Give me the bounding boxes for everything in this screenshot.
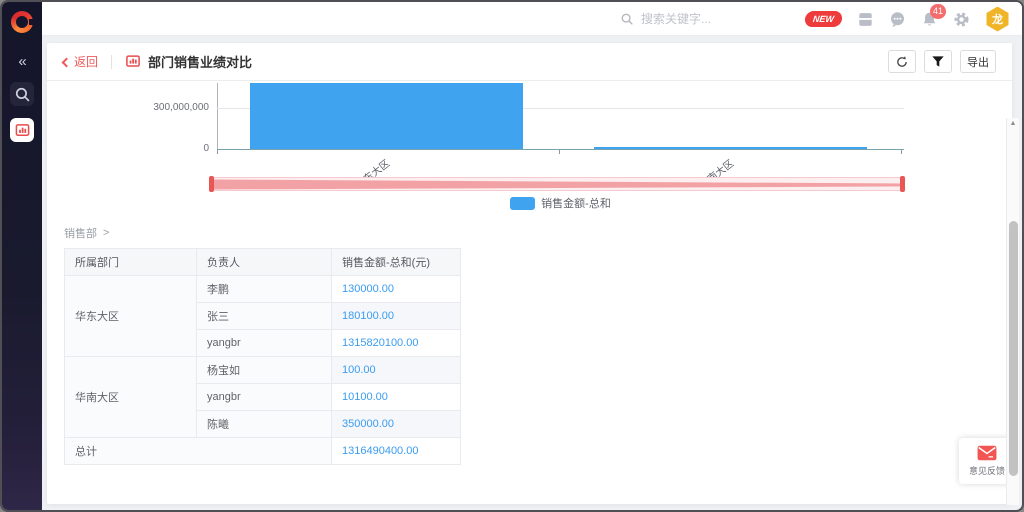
zoom-handle-left[interactable] [209,176,214,192]
sidebar: « [2,2,42,510]
table-section: 销售部 > 所属部门负责人销售金额-总和(元) 华东大区李鹏130000.00张… [64,225,1012,465]
column-header: 负责人 [197,249,332,276]
report-chart-icon [125,54,141,69]
owner-cell: 杨宝如 [197,357,332,384]
department-cell: 华南大区 [65,357,197,438]
app-window: « NEW [0,0,1024,512]
total-label-cell: 总计 [65,438,332,465]
chart-legend[interactable]: 销售金额-总和 [217,195,904,211]
back-label: 返回 [74,53,98,70]
settings-gear-icon[interactable] [953,11,970,28]
notifications-button[interactable]: 41 [921,11,938,28]
user-avatar[interactable]: 龙 [985,7,1010,32]
header-divider [111,55,112,69]
vertical-scrollbar[interactable]: ▲ [1006,118,1019,505]
notebook-icon[interactable] [857,11,874,28]
feedback-widget[interactable]: 意见反馈 [959,438,1012,484]
feedback-label: 意见反馈 [969,464,1005,477]
report-header: 返回 部门销售业绩对比 [47,43,1012,81]
sales-table: 所属部门负责人销售金额-总和(元) 华东大区李鹏130000.00张三18010… [64,248,461,465]
amount-cell: 1315820100.00 [332,330,461,357]
department-cell: 华东大区 [65,276,197,357]
breadcrumb-arrow-icon: > [103,227,109,239]
sidebar-item-bi-reports[interactable] [10,118,34,142]
search-icon [14,86,31,103]
y-tick-0: 0 [47,143,209,154]
refresh-icon [895,55,909,69]
app-logo[interactable] [11,11,33,33]
header-actions: 导出 [888,50,996,73]
zoom-handle-right[interactable] [900,176,905,192]
amount-cell: 10100.00 [332,384,461,411]
new-badge[interactable]: NEW [804,11,843,27]
y-tick-300m: 300,000,000 [47,102,209,113]
amount-cell: 100.00 [332,357,461,384]
scroll-up-arrow[interactable]: ▲ [1007,118,1019,130]
filter-button[interactable] [924,50,952,73]
legend-swatch [510,197,535,210]
feedback-envelope-icon [977,445,997,461]
topbar: NEW 41 龙 [42,2,1022,36]
owner-cell: 陈曦 [197,411,332,438]
total-row: 总计1316490400.00 [65,438,461,465]
bar-huadong[interactable] [250,83,523,149]
y-axis-line [217,83,218,149]
axis-tick [559,150,560,154]
topbar-icons: NEW 41 龙 [805,2,1010,36]
report-card: 返回 部门销售业绩对比 [47,43,1012,504]
x-axis-line [217,149,904,150]
back-link[interactable]: 返回 [63,53,98,70]
total-amount-cell: 1316490400.00 [332,438,461,465]
axis-tick [901,150,902,154]
refresh-button[interactable] [888,50,916,73]
breadcrumb-label: 销售部 [64,225,97,241]
owner-cell: yangbr [197,330,332,357]
table-row: 华东大区李鹏130000.00 [65,276,461,303]
amount-cell: 350000.00 [332,411,461,438]
export-button[interactable]: 导出 [960,50,996,73]
table-row: 华南大区杨宝如100.00 [65,357,461,384]
column-header: 销售金额-总和(元) [332,249,461,276]
owner-cell: 李鹏 [197,276,332,303]
amount-cell: 180100.00 [332,303,461,330]
owner-cell: yangbr [197,384,332,411]
scrollbar-thumb[interactable] [1009,221,1018,476]
axis-tick [217,150,218,154]
messages-icon[interactable] [889,11,906,28]
main-content: 返回 部门销售业绩对比 [42,36,1022,510]
breadcrumb[interactable]: 销售部 > [64,225,1012,241]
bi-report-icon [15,123,30,138]
sales-bar-chart: 300,000,000 0 华东大区 华南大区 [47,81,1012,215]
column-header: 所属部门 [65,249,197,276]
legend-label: 销售金额-总和 [541,195,611,211]
notification-count-badge: 41 [930,4,946,19]
chevron-left-icon [62,57,72,67]
search-icon [620,12,634,26]
table-header-row: 所属部门负责人销售金额-总和(元) [65,249,461,276]
search-input[interactable] [641,12,761,26]
data-zoom-slider[interactable] [210,177,904,191]
page-title: 部门销售业绩对比 [148,52,252,71]
owner-cell: 张三 [197,303,332,330]
filter-funnel-icon [931,55,945,69]
amount-cell: 130000.00 [332,276,461,303]
data-zoom-shadow [211,178,903,190]
sidebar-search-button[interactable] [10,82,34,106]
collapse-sidebar-button[interactable]: « [18,53,25,70]
global-search[interactable] [620,2,761,36]
